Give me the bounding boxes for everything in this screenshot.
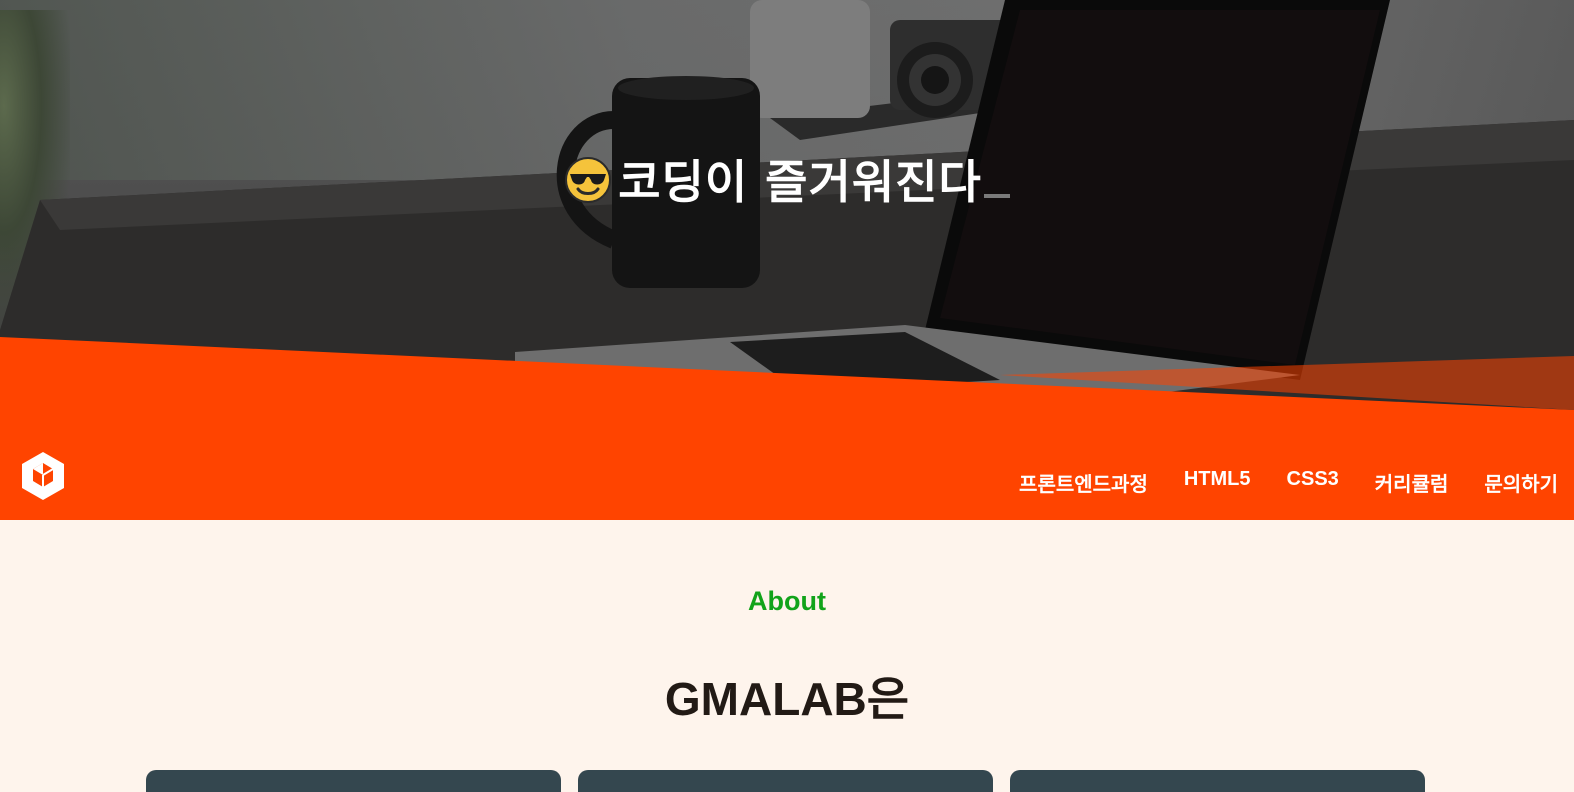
card-3[interactable] — [1010, 770, 1425, 792]
main-navigation: 프론트엔드과정 HTML5 CSS3 커리큘럼 문의하기 — [0, 440, 1574, 520]
nav-item-curriculum[interactable]: 커리큘럼 — [1375, 474, 1449, 496]
hero-title-text: 코딩이 즐거워진다 — [618, 155, 982, 209]
nav-item-css3[interactable]: CSS3 — [1287, 468, 1339, 490]
hero-section: 코딩이 즐거워진다 — [0, 0, 1574, 420]
card-1[interactable] — [146, 770, 561, 792]
nav-item-html5[interactable]: HTML5 — [1184, 468, 1251, 490]
about-heading: GMALAB은 — [664, 673, 910, 725]
cube-logo-icon[interactable] — [20, 451, 66, 501]
card-list — [146, 770, 1425, 792]
card-2[interactable] — [578, 770, 993, 792]
typing-cursor — [983, 194, 1010, 198]
nav-menu: 프론트엔드과정 HTML5 CSS3 커리큘럼 문의하기 — [1019, 468, 1558, 497]
hero-title: 코딩이 즐거워진다 — [0, 146, 1574, 212]
nav-item-contact[interactable]: 문의하기 — [1484, 474, 1558, 496]
nav-item-frontend[interactable]: 프론트엔드과정 — [1019, 474, 1148, 496]
sunglasses-emoji-icon — [565, 157, 612, 203]
about-section: About GMALAB은 — [0, 520, 1574, 792]
about-kicker: About — [748, 586, 826, 616]
